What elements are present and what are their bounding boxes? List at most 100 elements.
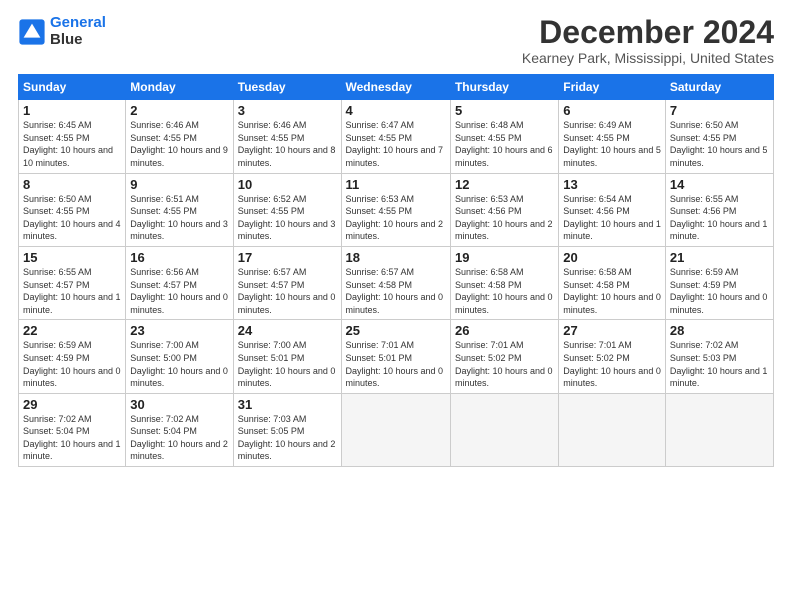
day-number: 19 [455,250,554,265]
calendar-day-cell [665,393,773,466]
calendar-day-cell: 5 Sunrise: 6:48 AM Sunset: 4:55 PM Dayli… [450,100,558,173]
calendar-day-cell: 24 Sunrise: 7:00 AM Sunset: 5:01 PM Dayl… [233,320,341,393]
day-number: 28 [670,323,769,338]
day-number: 20 [563,250,661,265]
day-number: 25 [346,323,446,338]
main-title: December 2024 [522,15,774,50]
calendar-week-row: 8 Sunrise: 6:50 AM Sunset: 4:55 PM Dayli… [19,173,774,246]
calendar-day-cell: 18 Sunrise: 6:57 AM Sunset: 4:58 PM Dayl… [341,246,450,319]
day-number: 24 [238,323,337,338]
col-tuesday: Tuesday [233,75,341,100]
day-info: Sunrise: 6:56 AM Sunset: 4:57 PM Dayligh… [130,266,228,316]
calendar-day-cell: 13 Sunrise: 6:54 AM Sunset: 4:56 PM Dayl… [559,173,666,246]
day-number: 12 [455,177,554,192]
calendar-table: Sunday Monday Tuesday Wednesday Thursday… [18,74,774,467]
calendar-day-cell [341,393,450,466]
day-info: Sunrise: 7:01 AM Sunset: 5:02 PM Dayligh… [455,339,554,389]
day-number: 4 [346,103,446,118]
day-info: Sunrise: 6:47 AM Sunset: 4:55 PM Dayligh… [346,119,446,169]
calendar-day-cell: 16 Sunrise: 6:56 AM Sunset: 4:57 PM Dayl… [126,246,233,319]
logo-text: General Blue [50,15,106,48]
calendar-day-cell: 12 Sunrise: 6:53 AM Sunset: 4:56 PM Dayl… [450,173,558,246]
calendar-day-cell: 11 Sunrise: 6:53 AM Sunset: 4:55 PM Dayl… [341,173,450,246]
day-info: Sunrise: 6:51 AM Sunset: 4:55 PM Dayligh… [130,193,228,243]
day-info: Sunrise: 6:52 AM Sunset: 4:55 PM Dayligh… [238,193,337,243]
day-number: 29 [23,397,121,412]
day-info: Sunrise: 6:48 AM Sunset: 4:55 PM Dayligh… [455,119,554,169]
calendar-day-cell: 26 Sunrise: 7:01 AM Sunset: 5:02 PM Dayl… [450,320,558,393]
calendar-day-cell: 20 Sunrise: 6:58 AM Sunset: 4:58 PM Dayl… [559,246,666,319]
calendar-day-cell: 21 Sunrise: 6:59 AM Sunset: 4:59 PM Dayl… [665,246,773,319]
calendar-day-cell: 4 Sunrise: 6:47 AM Sunset: 4:55 PM Dayli… [341,100,450,173]
day-info: Sunrise: 6:58 AM Sunset: 4:58 PM Dayligh… [563,266,661,316]
day-number: 10 [238,177,337,192]
day-number: 21 [670,250,769,265]
calendar-week-row: 22 Sunrise: 6:59 AM Sunset: 4:59 PM Dayl… [19,320,774,393]
day-info: Sunrise: 7:02 AM Sunset: 5:04 PM Dayligh… [130,413,228,463]
subtitle: Kearney Park, Mississippi, United States [522,50,774,66]
day-info: Sunrise: 6:50 AM Sunset: 4:55 PM Dayligh… [23,193,121,243]
calendar-week-row: 15 Sunrise: 6:55 AM Sunset: 4:57 PM Dayl… [19,246,774,319]
day-number: 27 [563,323,661,338]
calendar-day-cell: 14 Sunrise: 6:55 AM Sunset: 4:56 PM Dayl… [665,173,773,246]
calendar-day-cell [559,393,666,466]
calendar-day-cell: 17 Sunrise: 6:57 AM Sunset: 4:57 PM Dayl… [233,246,341,319]
day-number: 15 [23,250,121,265]
calendar-day-cell: 19 Sunrise: 6:58 AM Sunset: 4:58 PM Dayl… [450,246,558,319]
day-info: Sunrise: 6:54 AM Sunset: 4:56 PM Dayligh… [563,193,661,243]
col-saturday: Saturday [665,75,773,100]
day-info: Sunrise: 6:59 AM Sunset: 4:59 PM Dayligh… [670,266,769,316]
col-thursday: Thursday [450,75,558,100]
day-number: 22 [23,323,121,338]
day-info: Sunrise: 7:01 AM Sunset: 5:01 PM Dayligh… [346,339,446,389]
calendar-day-cell: 1 Sunrise: 6:45 AM Sunset: 4:55 PM Dayli… [19,100,126,173]
day-info: Sunrise: 6:59 AM Sunset: 4:59 PM Dayligh… [23,339,121,389]
day-number: 18 [346,250,446,265]
day-number: 7 [670,103,769,118]
col-monday: Monday [126,75,233,100]
logo-icon [18,18,46,46]
day-info: Sunrise: 7:02 AM Sunset: 5:04 PM Dayligh… [23,413,121,463]
title-section: December 2024 Kearney Park, Mississippi,… [522,15,774,66]
logo: General Blue [18,15,106,48]
day-info: Sunrise: 7:02 AM Sunset: 5:03 PM Dayligh… [670,339,769,389]
day-number: 1 [23,103,121,118]
day-number: 17 [238,250,337,265]
calendar-header-row: Sunday Monday Tuesday Wednesday Thursday… [19,75,774,100]
day-number: 31 [238,397,337,412]
calendar-day-cell [450,393,558,466]
day-number: 8 [23,177,121,192]
calendar-day-cell: 28 Sunrise: 7:02 AM Sunset: 5:03 PM Dayl… [665,320,773,393]
calendar-day-cell: 6 Sunrise: 6:49 AM Sunset: 4:55 PM Dayli… [559,100,666,173]
page-header: General Blue December 2024 Kearney Park,… [18,15,774,66]
calendar-day-cell: 8 Sunrise: 6:50 AM Sunset: 4:55 PM Dayli… [19,173,126,246]
day-info: Sunrise: 6:45 AM Sunset: 4:55 PM Dayligh… [23,119,121,169]
day-info: Sunrise: 7:00 AM Sunset: 5:00 PM Dayligh… [130,339,228,389]
day-info: Sunrise: 6:57 AM Sunset: 4:57 PM Dayligh… [238,266,337,316]
calendar-day-cell: 3 Sunrise: 6:46 AM Sunset: 4:55 PM Dayli… [233,100,341,173]
day-number: 13 [563,177,661,192]
day-info: Sunrise: 6:50 AM Sunset: 4:55 PM Dayligh… [670,119,769,169]
calendar-day-cell: 25 Sunrise: 7:01 AM Sunset: 5:01 PM Dayl… [341,320,450,393]
day-number: 6 [563,103,661,118]
day-number: 16 [130,250,228,265]
day-info: Sunrise: 6:55 AM Sunset: 4:56 PM Dayligh… [670,193,769,243]
day-info: Sunrise: 7:01 AM Sunset: 5:02 PM Dayligh… [563,339,661,389]
day-number: 9 [130,177,228,192]
col-friday: Friday [559,75,666,100]
col-wednesday: Wednesday [341,75,450,100]
day-info: Sunrise: 6:53 AM Sunset: 4:55 PM Dayligh… [346,193,446,243]
col-sunday: Sunday [19,75,126,100]
day-info: Sunrise: 6:49 AM Sunset: 4:55 PM Dayligh… [563,119,661,169]
calendar-page: General Blue December 2024 Kearney Park,… [0,0,792,612]
day-number: 5 [455,103,554,118]
day-number: 23 [130,323,228,338]
day-number: 11 [346,177,446,192]
day-number: 26 [455,323,554,338]
day-info: Sunrise: 6:46 AM Sunset: 4:55 PM Dayligh… [238,119,337,169]
day-number: 3 [238,103,337,118]
calendar-day-cell: 29 Sunrise: 7:02 AM Sunset: 5:04 PM Dayl… [19,393,126,466]
calendar-day-cell: 15 Sunrise: 6:55 AM Sunset: 4:57 PM Dayl… [19,246,126,319]
calendar-day-cell: 27 Sunrise: 7:01 AM Sunset: 5:02 PM Dayl… [559,320,666,393]
calendar-day-cell: 10 Sunrise: 6:52 AM Sunset: 4:55 PM Dayl… [233,173,341,246]
